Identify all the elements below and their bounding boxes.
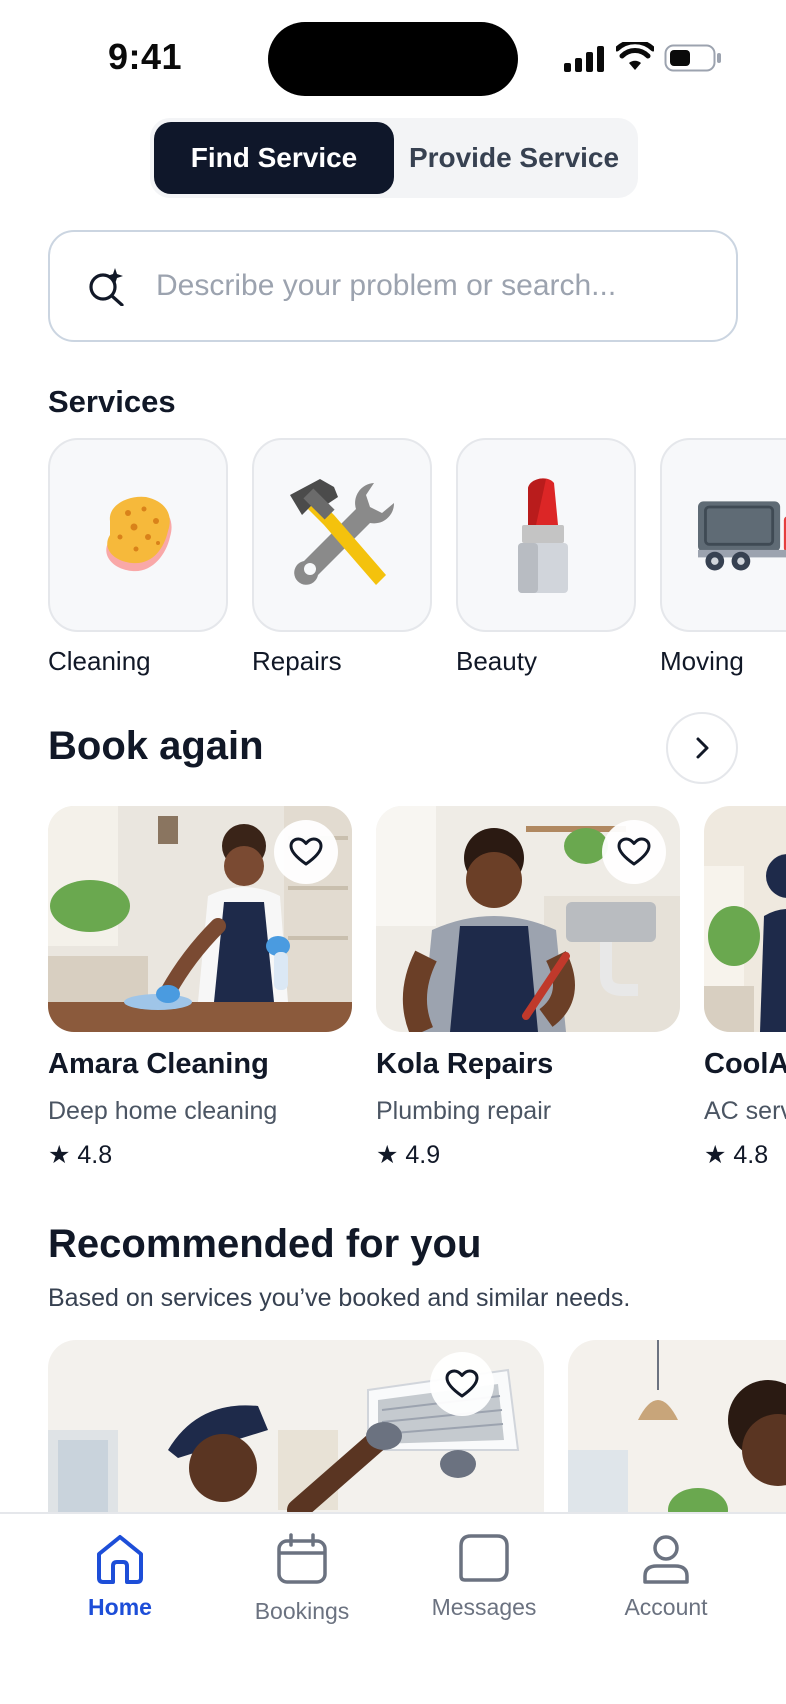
- recommended-subtitle: Based on services you’ve booked and simi…: [48, 1284, 631, 1312]
- service-tile[interactable]: [660, 438, 786, 632]
- wifi-icon: [616, 42, 654, 70]
- book-again-carousel: Amara Cleaning Deep home cleaning ★ 4.8: [48, 806, 786, 1186]
- provider-service: Deep home cleaning: [48, 1097, 278, 1125]
- provider-rating: ★ 4.8: [48, 1141, 113, 1169]
- sponge-icon: [106, 496, 172, 572]
- provider-name: CoolA: [704, 1048, 786, 1080]
- book-again-card[interactable]: Kola Repairs Plumbing repair ★ 4.9: [376, 806, 680, 1170]
- service-tile[interactable]: [456, 438, 636, 632]
- service-label: Cleaning: [48, 646, 151, 676]
- chevron-right-icon: [696, 737, 709, 759]
- ai-search-icon: [89, 268, 124, 306]
- dynamic-island: [268, 22, 518, 96]
- find-service-tab[interactable]: Find Service: [154, 122, 394, 194]
- service-label: Repairs: [252, 646, 342, 676]
- tab-messages[interactable]: Messages: [404, 1532, 564, 1621]
- provider-service: AC serv: [704, 1097, 786, 1125]
- mode-switch: Find Service Provide Service: [150, 118, 638, 198]
- service-cleaning[interactable]: Cleaning: [48, 438, 228, 677]
- battery-icon: [664, 44, 721, 72]
- provider-rating: ★ 4.8: [704, 1141, 769, 1169]
- recommended-card[interactable]: [48, 1340, 544, 1512]
- status-bar: 9:41: [0, 0, 786, 110]
- tab-account[interactable]: Account: [586, 1532, 746, 1621]
- service-label: Beauty: [456, 646, 537, 676]
- signal-icon: [564, 46, 604, 72]
- recommended-carousel: [48, 1340, 786, 1512]
- favorite-button[interactable]: [602, 820, 666, 884]
- provider-name: Kola Repairs: [376, 1048, 554, 1080]
- tab-label: Account: [624, 1594, 708, 1620]
- message-icon: [459, 1534, 509, 1582]
- tab-bar: Home Bookings Messages Account: [0, 1512, 786, 1704]
- book-again-card[interactable]: Amara Cleaning Deep home cleaning ★ 4.8: [48, 806, 352, 1170]
- provider-service: Plumbing repair: [376, 1097, 552, 1125]
- heart-icon: [289, 837, 323, 866]
- services-carousel: Cleaning Repairs Beauty Moving: [48, 438, 786, 678]
- service-tile[interactable]: [252, 438, 432, 632]
- tab-label: Home: [88, 1594, 152, 1620]
- tab-home[interactable]: Home: [40, 1532, 200, 1621]
- recommended-title: Recommended for you: [48, 1222, 482, 1266]
- service-repairs[interactable]: Repairs: [252, 438, 432, 677]
- hammer-wrench-icon: [290, 479, 395, 585]
- lipstick-icon: [518, 478, 568, 593]
- status-time: 9:41: [108, 36, 183, 77]
- search-input[interactable]: [156, 269, 716, 303]
- search-bar[interactable]: [48, 230, 738, 342]
- provide-service-tab[interactable]: Provide Service: [394, 122, 634, 194]
- service-beauty[interactable]: Beauty: [456, 438, 636, 677]
- service-moving[interactable]: Moving: [660, 438, 786, 677]
- provider-rating: ★ 4.9: [376, 1141, 441, 1169]
- favorite-button[interactable]: [274, 820, 338, 884]
- tab-label: Bookings: [254, 1598, 350, 1624]
- service-tile[interactable]: [48, 438, 228, 632]
- provider-photo: [376, 806, 680, 1032]
- service-label: Moving: [660, 646, 744, 676]
- heart-icon: [445, 1369, 479, 1398]
- tab-bookings[interactable]: Bookings: [222, 1532, 382, 1625]
- user-icon: [643, 1535, 689, 1584]
- provider-photo: [48, 806, 352, 1032]
- home-icon: [97, 1535, 143, 1584]
- book-again-card[interactable]: CoolA AC serv ★ 4.8: [704, 806, 786, 1170]
- services-title: Services: [48, 384, 176, 419]
- heart-icon: [617, 837, 651, 866]
- recommended-card[interactable]: [568, 1340, 786, 1512]
- provider-name: Amara Cleaning: [48, 1048, 269, 1080]
- provider-photo: [704, 806, 786, 1032]
- favorite-button[interactable]: [430, 1352, 494, 1416]
- truck-icon: [698, 501, 786, 571]
- calendar-icon: [277, 1533, 327, 1584]
- book-again-title: Book again: [48, 724, 264, 768]
- provider-photo: [568, 1340, 786, 1512]
- tab-label: Messages: [431, 1594, 537, 1620]
- book-again-more-button[interactable]: [666, 712, 738, 784]
